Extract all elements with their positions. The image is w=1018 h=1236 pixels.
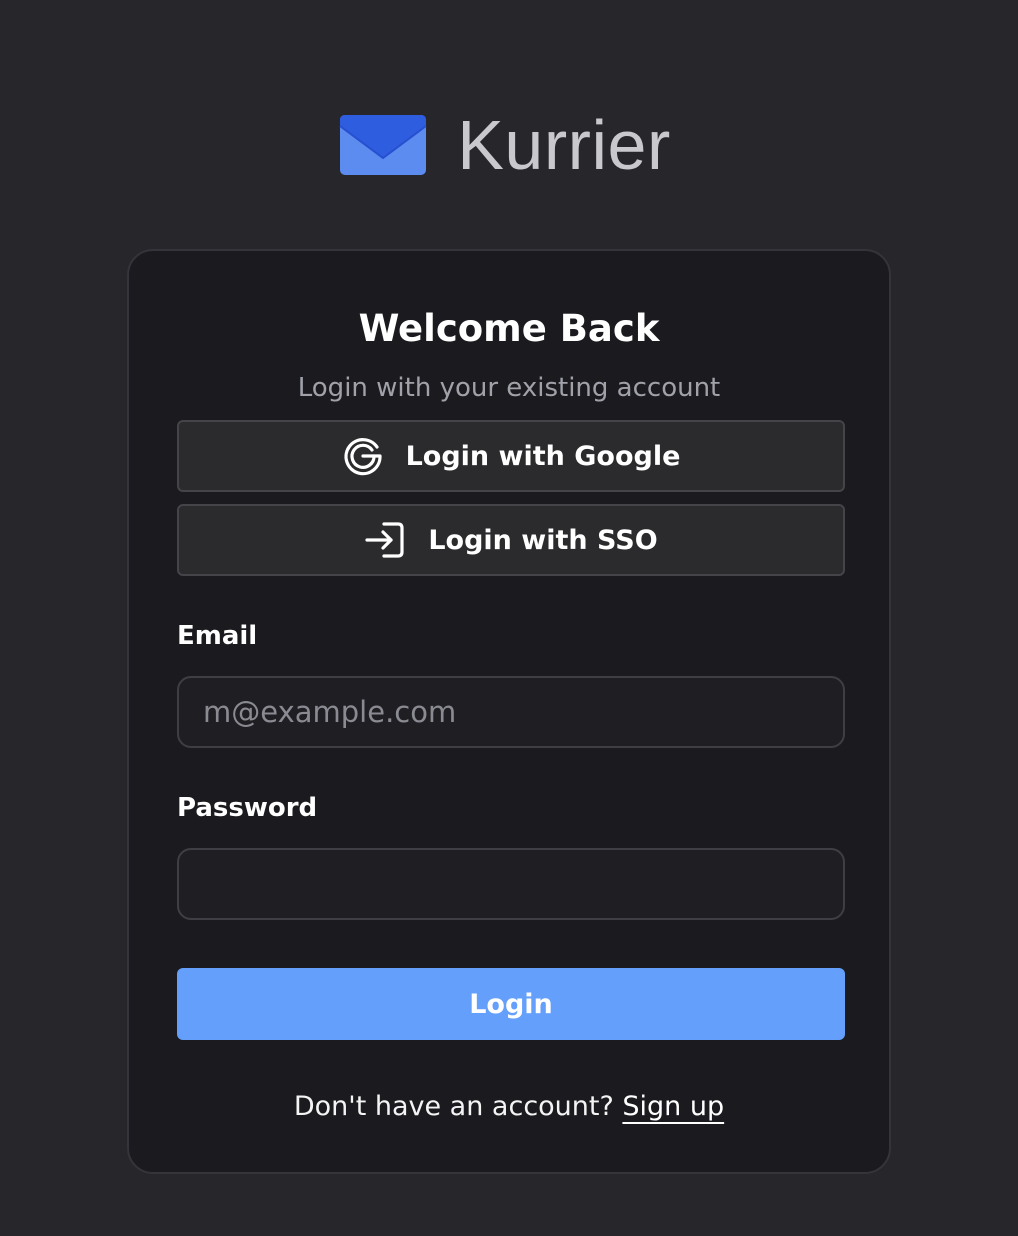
signup-prompt: Don't have an account? Sign up <box>129 1091 889 1122</box>
email-label: Email <box>177 621 258 651</box>
login-button[interactable]: Login <box>177 968 845 1040</box>
page-title: Welcome Back <box>358 307 660 350</box>
login-card: Welcome Back Login with your existing ac… <box>127 249 891 1174</box>
login-with-google-label: Login with Google <box>405 440 681 472</box>
envelope-icon <box>339 114 427 176</box>
brand-header: Kurrier <box>0 108 1018 182</box>
login-with-sso-label: Login with SSO <box>428 524 658 556</box>
signup-prompt-text: Don't have an account? <box>293 1091 623 1122</box>
login-with-sso-button[interactable]: Login with SSO <box>177 504 845 576</box>
password-label: Password <box>177 793 318 823</box>
page-subtitle: Login with your existing account <box>297 373 721 403</box>
signup-link[interactable]: Sign up <box>622 1091 724 1122</box>
password-field[interactable] <box>177 848 845 920</box>
sign-in-icon <box>364 519 406 561</box>
email-field[interactable] <box>177 676 845 748</box>
login-with-google-button[interactable]: Login with Google <box>177 420 845 492</box>
brand-name: Kurrier <box>457 106 671 184</box>
google-icon <box>342 435 384 477</box>
